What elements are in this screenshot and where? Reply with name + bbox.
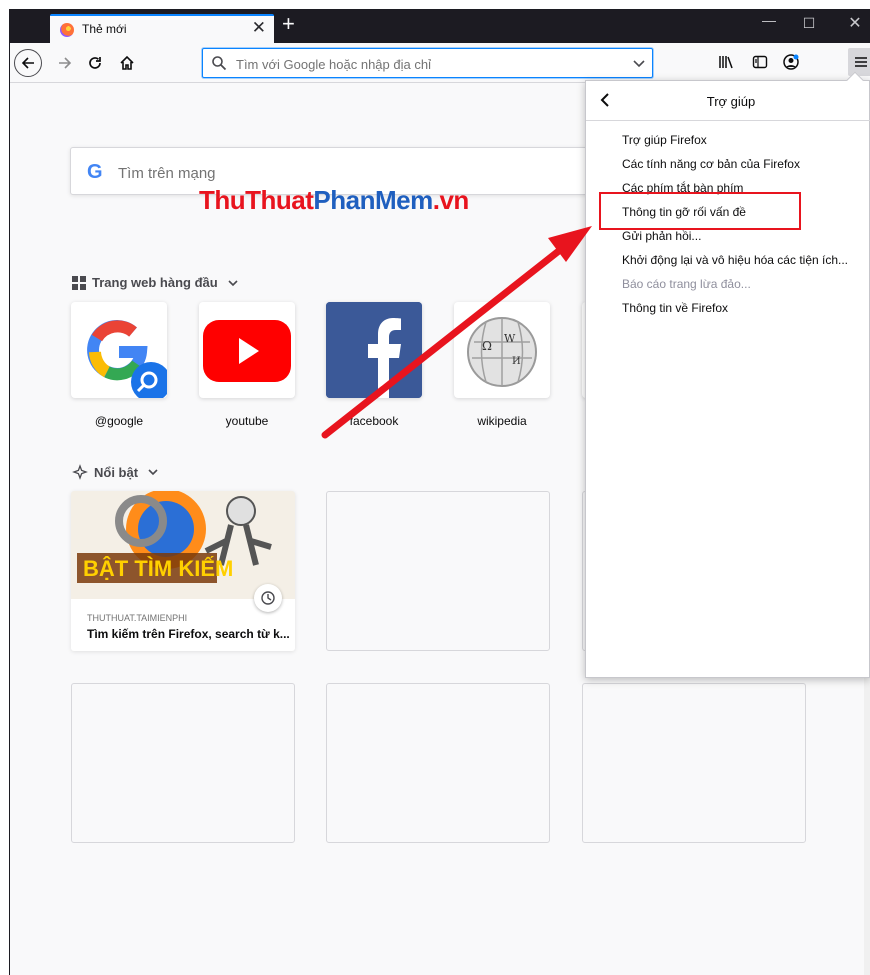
help-panel-title: Trợ giúp (706, 94, 756, 109)
arrow-left-icon (21, 57, 34, 69)
close-tab-icon[interactable]: ✕ (252, 18, 266, 38)
topsite-tile-google[interactable] (71, 302, 167, 398)
grid-icon (72, 275, 86, 290)
menu-item-about-firefox[interactable]: Thông tin về Firefox (622, 301, 728, 315)
chevron-down-icon[interactable] (632, 57, 646, 71)
empty-highlight-slot (71, 683, 295, 843)
reload-button[interactable] (80, 48, 110, 78)
open-menu-button[interactable] (848, 48, 870, 76)
help-panel-header: Trợ giúp (586, 81, 870, 121)
highlight-title: Tìm kiếm trên Firefox, search từ k... (87, 627, 290, 641)
url-bar[interactable]: Tìm với Google hoặc nhập địa chỉ (202, 48, 653, 78)
topsite-label: wikipedia (477, 414, 527, 428)
sparkle-icon (72, 464, 88, 480)
svg-text:W: W (504, 332, 516, 345)
topsite-label: @google (94, 414, 144, 428)
wikipedia-icon: Ω W И (467, 317, 537, 387)
empty-highlight-slot (326, 683, 550, 843)
topsites-heading: Trang web hàng đầu (92, 275, 218, 290)
close-window-button[interactable]: ✕ (845, 13, 865, 33)
menu-item-restart-addons-disabled[interactable]: Khởi động lại và vô hiệu hóa các tiện íc… (622, 253, 848, 267)
watermark-part-2: PhanMem (313, 185, 433, 215)
youtube-icon (203, 320, 291, 382)
watermark-part-3: .vn (432, 185, 470, 215)
empty-highlight-slot (582, 683, 806, 843)
topsites-section-header[interactable]: Trang web hàng đầu (72, 275, 238, 290)
account-button[interactable] (780, 51, 802, 73)
navigation-toolbar: Tìm với Google hoặc nhập địa chỉ (10, 43, 870, 83)
menu-item-firefox-features[interactable]: Các tính năng cơ bản của Firefox (622, 157, 800, 171)
tab-strip: Thẻ mới ✕ + — ☐ ✕ (10, 9, 870, 43)
highlights-heading: Nổi bật (94, 464, 139, 480)
home-icon (120, 55, 134, 70)
clock-icon (254, 584, 282, 612)
library-icon (719, 56, 733, 69)
menu-item-submit-feedback[interactable]: Gửi phản hồi... (622, 229, 701, 243)
menu-item-report-deceptive-site: Báo cáo trang lừa đảo... (622, 277, 751, 291)
firefox-logo-icon (60, 23, 74, 37)
hamburger-menu-icon (855, 57, 867, 67)
svg-text:Ω: Ω (482, 339, 492, 353)
chevron-down-icon (148, 469, 158, 476)
library-button[interactable] (715, 51, 737, 73)
annotation-highlight-box (599, 192, 801, 230)
svg-text:И: И (512, 356, 521, 367)
forward-button[interactable] (50, 48, 80, 78)
chevron-down-icon (228, 279, 238, 286)
minimize-button[interactable]: — (759, 12, 779, 28)
topsite-label: facebook (349, 414, 399, 428)
topsite-tile-facebook[interactable] (326, 302, 422, 398)
highlights-section-header[interactable]: Nổi bật (72, 464, 158, 480)
google-icon (87, 320, 167, 398)
new-tab-button[interactable]: + (282, 12, 295, 36)
facebook-icon (326, 302, 422, 398)
empty-highlight-slot (326, 491, 550, 651)
tab-new-tab[interactable]: Thẻ mới ✕ (50, 14, 274, 43)
topsite-tile-wikipedia[interactable]: Ω W И (454, 302, 550, 398)
search-icon (212, 56, 227, 71)
sidebar-icon (752, 55, 768, 69)
topsite-tile-youtube[interactable] (199, 302, 295, 398)
menu-item-firefox-help[interactable]: Trợ giúp Firefox (622, 133, 707, 147)
arrow-right-icon (59, 57, 72, 69)
maximize-button[interactable]: ☐ (799, 15, 819, 32)
reload-icon (89, 57, 101, 69)
help-menu-panel: Trợ giúp Trợ giúp Firefox Các tính năng … (585, 71, 870, 678)
watermark-part-1: ThuThuat (199, 185, 314, 215)
google-logo-icon: G (87, 161, 103, 183)
highlight-card-image: BẬT TÌM KIẾM (71, 491, 295, 599)
site-watermark: ThuThuatPhanMem.vn (199, 185, 469, 216)
web-search-placeholder: Tìm trên mạng (118, 165, 216, 182)
url-bar-placeholder: Tìm với Google hoặc nhập địa chỉ (236, 57, 431, 72)
back-button[interactable] (14, 49, 42, 77)
tab-title: Thẻ mới (82, 22, 127, 36)
account-icon (783, 54, 799, 70)
sidebar-button[interactable] (749, 51, 771, 73)
highlight-image-text: BẬT TÌM KIẾM (83, 556, 233, 581)
highlight-card[interactable]: BẬT TÌM KIẾM THUTHUAT.TAIMIENPHI Tìm kiế… (71, 491, 295, 651)
home-button[interactable] (112, 48, 142, 78)
topsite-label: youtube (225, 414, 269, 428)
highlight-source: THUTHUAT.TAIMIENPHI (87, 613, 188, 623)
